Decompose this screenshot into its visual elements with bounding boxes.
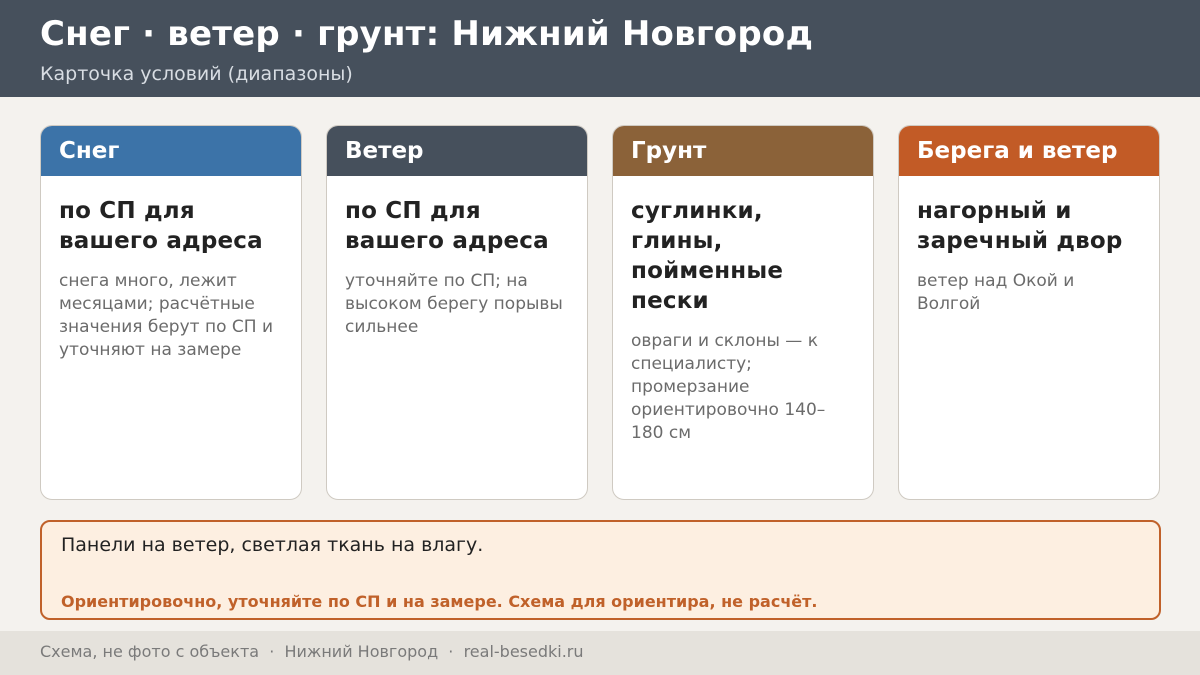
card-wind-note: уточняйте по СП; на высоком берегу порыв… [345, 271, 563, 337]
card-banks-title: Берега и ветер [899, 126, 1159, 176]
page-subtitle: Карточка условий (диапазоны) [40, 63, 353, 85]
card-banks-note: ветер над Окой и Волгой [917, 271, 1075, 314]
card-snow: Снег по СП для вашего адреса снега много… [40, 125, 302, 500]
card-snow-value: по СП для вашего адреса [59, 198, 263, 254]
card-banks-value: нагорный и заречный двор [917, 198, 1123, 254]
notice-box: Панели на ветер, светлая ткань на влагу.… [40, 520, 1161, 620]
card-snow-title: Снег [41, 126, 301, 176]
header-bar: Снег · ветер · грунт: Нижний Новгород Ка… [0, 0, 1200, 97]
card-soil-title: Грунт [613, 126, 873, 176]
card-wind: Ветер по СП для вашего адреса уточняйте … [326, 125, 588, 500]
card-snow-note: снега много, лежит месяцами; расчётные з… [59, 271, 273, 360]
card-wind-title: Ветер [327, 126, 587, 176]
notice-text: Панели на ветер, светлая ткань на влагу. [61, 534, 484, 556]
card-soil-value: суглинки, глины, пойменные пески [631, 198, 784, 314]
card-banks: Берега и ветер нагорный и заречный двор … [898, 125, 1160, 500]
footer-text: Схема, не фото с объекта · Нижний Новгор… [40, 642, 584, 661]
card-wind-value: по СП для вашего адреса [345, 198, 549, 254]
page-title: Снег · ветер · грунт: Нижний Новгород [40, 14, 814, 54]
footer-bar: Схема, не фото с объекта · Нижний Новгор… [0, 631, 1200, 675]
card-soil-note: овраги и склоны — к специалисту; промерз… [631, 331, 826, 443]
card-soil: Грунт суглинки, глины, пойменные пески о… [612, 125, 874, 500]
notice-warning: Ориентировочно, уточняйте по СП и на зам… [61, 592, 818, 611]
